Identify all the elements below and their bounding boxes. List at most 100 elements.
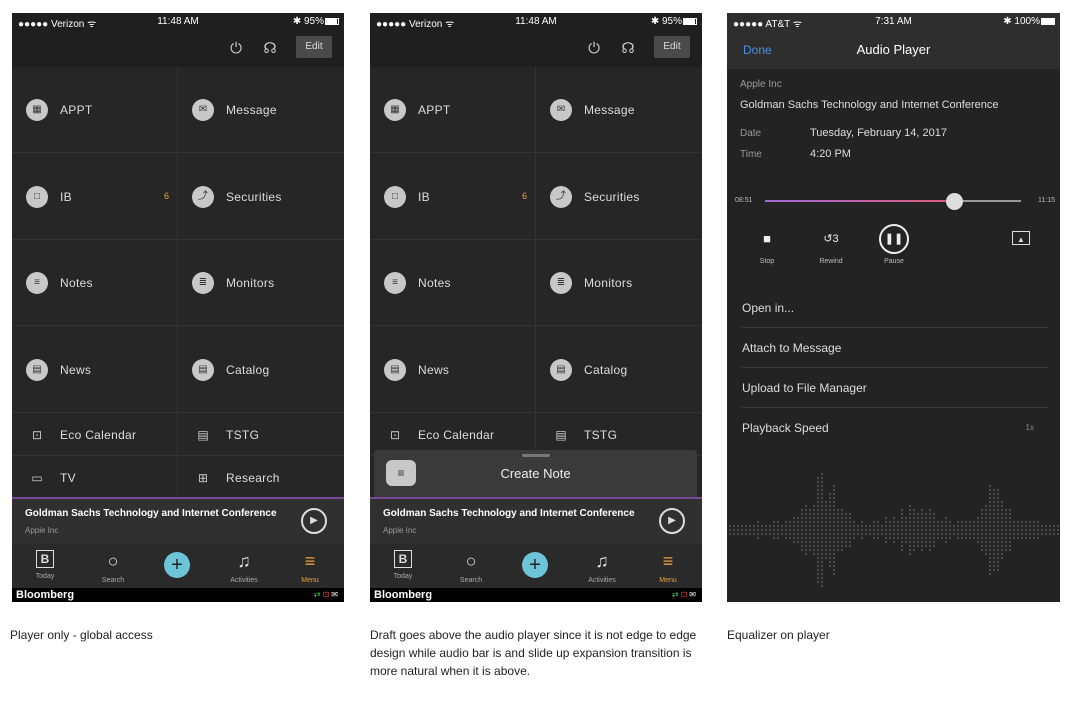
mini-audio-player[interactable]: Goldman Sachs Technology and Internet Co… <box>12 497 344 544</box>
power-icon[interactable]: ⏻ <box>227 40 245 58</box>
elapsed-time: 08:51 <box>735 197 753 204</box>
option-playback-speed[interactable]: Playback Speed 1x <box>742 408 1048 448</box>
tab-menu[interactable]: ≡ Menu <box>638 544 698 584</box>
option-label: Open in... <box>742 301 795 315</box>
play-button[interactable]: ▶ <box>659 508 685 534</box>
menu-tile-label: Eco Calendar <box>418 427 495 442</box>
tab-search[interactable]: ○ Search <box>83 544 143 584</box>
battery-level-fill <box>1042 19 1054 24</box>
tab-today[interactable]: B Today <box>15 544 75 580</box>
catalog-icon: ▤ <box>192 358 214 381</box>
menu-tile-news[interactable]: ▤ News <box>12 326 178 413</box>
option-label: Upload to File Manager <box>742 381 867 395</box>
menu-tile-eco-calendar[interactable]: ⊡ Eco Calendar <box>12 413 178 456</box>
menu-tile-label: News <box>418 362 450 377</box>
menu-tile-label: TV <box>60 470 76 485</box>
menu-tile-ib[interactable]: □ IB 6 <box>370 153 536 240</box>
bloomberg-bar: Bloomberg ⇄⊡✉ <box>370 588 702 602</box>
player-title: Goldman Sachs Technology and Internet Co… <box>383 508 635 519</box>
stop-label: Stop <box>759 258 775 265</box>
caption-player-only: Player only - global access <box>10 628 153 642</box>
power-icon[interactable]: ⏻ <box>585 40 603 58</box>
chat-icon: □ <box>384 185 406 208</box>
progress-knob[interactable] <box>946 193 964 210</box>
bell-icon: ♫ <box>237 551 251 571</box>
menu-tile-label: TSTG <box>584 427 618 442</box>
total-time: 11:15 <box>1038 197 1055 204</box>
draft-title: Create Note <box>500 466 571 481</box>
notes-icon: ≡ <box>384 272 406 294</box>
edit-button[interactable]: Edit <box>654 36 690 58</box>
date-key: Date <box>740 128 762 139</box>
menu-tile-research[interactable]: ⊞ Research <box>178 456 344 499</box>
menu-tile-appt[interactable]: ▦ APPT <box>370 67 536 153</box>
menu-tile-monitors[interactable]: ≣ Monitors <box>536 240 702 326</box>
sync-icon[interactable]: ⇄ <box>672 590 681 599</box>
option-open-in[interactable]: Open in... <box>742 288 1048 328</box>
menu-tile-notes[interactable]: ≡ Notes <box>370 240 536 326</box>
menu-tile-label: Catalog <box>226 362 270 377</box>
date-value: Tuesday, February 14, 2017 <box>810 127 947 139</box>
progress-track[interactable] <box>765 200 1021 202</box>
headset-icon[interactable]: ☊ <box>619 40 637 58</box>
pause-button[interactable]: ❚❚ Pause <box>874 224 914 265</box>
mail-icon[interactable]: ✉ <box>331 590 340 599</box>
edit-button[interactable]: Edit <box>296 36 332 58</box>
phone-screen-audio-player: ●●●●● AT&T ᯤ 7:31 AM ✱ 100% Done Audio P… <box>727 13 1060 602</box>
tab-today[interactable]: B Today <box>373 544 433 580</box>
brand-label: Bloomberg <box>374 589 433 601</box>
battery-icon <box>683 18 697 25</box>
option-upload-file-manager[interactable]: Upload to File Manager <box>742 368 1048 408</box>
option-label: Attach to Message <box>742 341 842 355</box>
rewind-button[interactable]: ↺3 Rewind <box>811 224 851 265</box>
menu-tile-tv[interactable]: ▭ TV <box>12 456 178 499</box>
menu-tile-catalog[interactable]: ▤ Catalog <box>178 326 344 413</box>
menu-tile-notes[interactable]: ≡ Notes <box>12 240 178 326</box>
airplay-icon[interactable]: ▲ <box>1012 231 1030 245</box>
menu-tile-message[interactable]: ✉ Message <box>178 67 344 153</box>
drawer-handle[interactable] <box>521 454 550 457</box>
calendar-icon: ⊡ <box>389 427 401 442</box>
sync-icon[interactable]: ⇄ <box>314 590 323 599</box>
tab-search[interactable]: ○ Search <box>441 544 501 584</box>
menu-tile-tstg[interactable]: ▤ TSTG <box>178 413 344 456</box>
envelope-icon: ✉ <box>192 99 214 121</box>
menu-tile-catalog[interactable]: ▤ Catalog <box>536 326 702 413</box>
tab-menu[interactable]: ≡ Menu <box>280 544 340 584</box>
battery-label: ✱ 95% <box>650 16 682 27</box>
envelope-icon: ✉ <box>550 99 572 121</box>
bloomberg-b-icon: B <box>394 550 412 568</box>
option-label: Playback Speed <box>742 421 829 435</box>
menu-tile-ib[interactable]: □ IB 6 <box>12 153 178 240</box>
monitor-list-icon: ≣ <box>192 272 214 294</box>
menu-tile-securities[interactable]: ⤴ Securities <box>178 153 344 240</box>
battery-label: ✱ 95% <box>292 16 324 27</box>
menu-tile-securities[interactable]: ⤴ Securities <box>536 153 702 240</box>
battery-level-fill <box>684 19 696 24</box>
menu-tile-news[interactable]: ▤ News <box>370 326 536 413</box>
tab-bar: B Today ○ Search + ♫ Activities ≡ Menu <box>12 544 344 588</box>
pause-label: Pause <box>884 258 904 265</box>
tab-activities[interactable]: ♫ Activities <box>214 544 274 584</box>
mail-icon[interactable]: ✉ <box>689 590 698 599</box>
equalizer-visualization <box>729 473 1059 587</box>
menu-tile-monitors[interactable]: ≣ Monitors <box>178 240 344 326</box>
tv-icon: ▭ <box>31 470 43 485</box>
menu-tile-appt[interactable]: ▦ APPT <box>12 67 178 153</box>
add-button[interactable]: + <box>164 552 190 578</box>
option-attach-message[interactable]: Attach to Message <box>742 328 1048 368</box>
alert-icon[interactable]: ⊡ <box>323 590 332 599</box>
stop-button[interactable]: ■ Stop <box>747 224 787 265</box>
draft-drawer[interactable]: ≡ Create Note <box>374 450 697 497</box>
add-button[interactable]: + <box>522 552 548 578</box>
headset-icon[interactable]: ☊ <box>261 40 279 58</box>
play-button[interactable]: ▶ <box>301 508 327 534</box>
tab-activities[interactable]: ♫ Activities <box>572 544 632 584</box>
battery-level-fill <box>326 19 338 24</box>
phone-screen-menu: ●●●●● Verizon ᯤ 11:48 AM ✱ 95% ⏻ ☊ Edit … <box>12 13 344 602</box>
alert-icon[interactable]: ⊡ <box>681 590 690 599</box>
menu-tile-message[interactable]: ✉ Message <box>536 67 702 153</box>
mini-audio-player[interactable]: Goldman Sachs Technology and Internet Co… <box>370 497 702 544</box>
battery-icon <box>325 18 339 25</box>
search-icon: ○ <box>107 551 119 571</box>
